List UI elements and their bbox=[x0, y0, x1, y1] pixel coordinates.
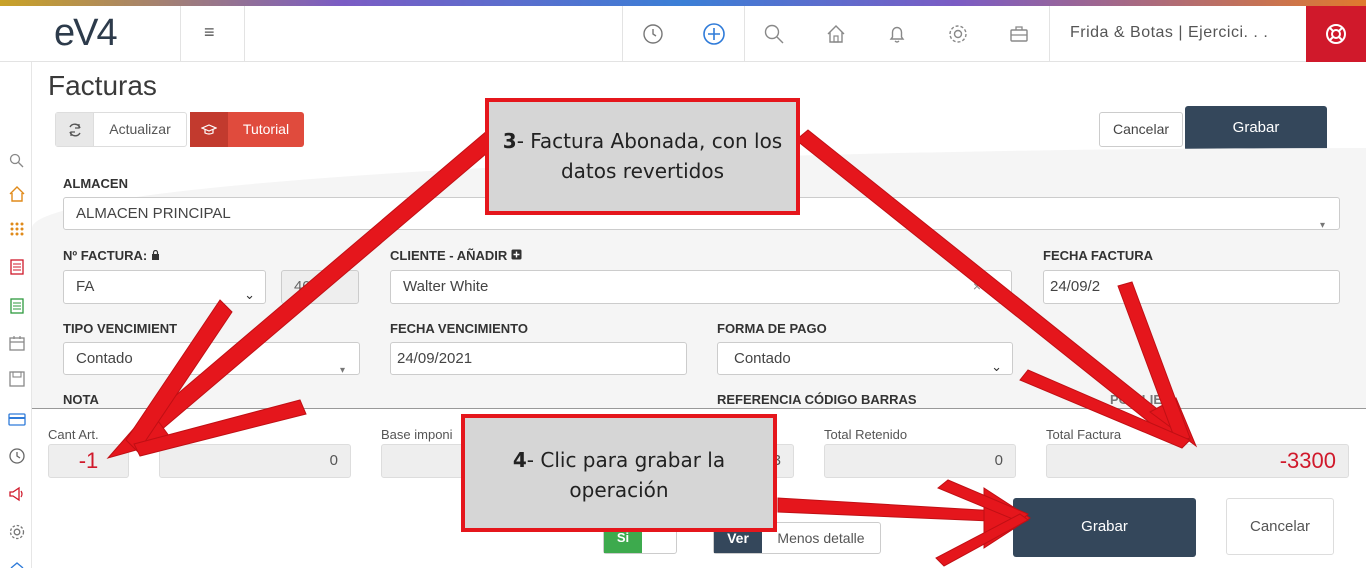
numero-field: 40 bbox=[281, 270, 359, 304]
search-icon[interactable] bbox=[760, 20, 788, 48]
refresh-icon[interactable] bbox=[56, 113, 94, 146]
bell-icon[interactable] bbox=[883, 20, 911, 48]
tutorial-button[interactable]: Tutorial bbox=[190, 112, 304, 147]
divider bbox=[622, 6, 623, 62]
nota-label: NOTA bbox=[63, 392, 99, 407]
calendar-icon[interactable] bbox=[8, 334, 26, 352]
cant-art-value: -1 bbox=[48, 444, 129, 478]
arrow-shaft bbox=[777, 497, 1015, 523]
nfactura-label: Nº FACTURA: bbox=[63, 248, 160, 263]
cancel-button[interactable]: Cancelar bbox=[1099, 112, 1183, 147]
briefcase-icon[interactable] bbox=[1005, 20, 1033, 48]
home-icon[interactable] bbox=[822, 20, 850, 48]
callout-step-3: 3- Factura Abonada, con los datos revert… bbox=[485, 98, 800, 215]
tipo-vencimiento-label: TIPO VENCIMIENT bbox=[63, 321, 178, 336]
add-client-link[interactable]: AÑADIR bbox=[457, 248, 508, 263]
gear-icon[interactable] bbox=[944, 20, 972, 48]
fecha-factura-value: 24/09/2 bbox=[1050, 278, 1101, 295]
home-icon[interactable] bbox=[8, 185, 26, 203]
fecha-vencimiento-input[interactable]: 24/09/2021 bbox=[390, 342, 687, 375]
almacen-value: ALMACEN PRINCIPAL bbox=[76, 205, 231, 222]
invoice-green-icon[interactable] bbox=[8, 297, 26, 315]
base-imponible-label: Base imponi bbox=[381, 427, 453, 442]
left-sidebar bbox=[0, 62, 32, 568]
save-button[interactable]: Grabar bbox=[1185, 106, 1327, 151]
save-button-bottom[interactable]: Grabar bbox=[1013, 498, 1196, 557]
cliente-select[interactable]: Walter White × bbox=[390, 270, 1012, 304]
subtotal-value: 0 bbox=[159, 444, 351, 478]
support-lifebuoy-icon[interactable] bbox=[1306, 6, 1366, 62]
top-navbar: eV4 ≡ Frida & Botas | Ejercici. . . bbox=[0, 6, 1366, 62]
total-retenido-value: 0 bbox=[824, 444, 1016, 478]
menos-detalle-button[interactable]: Menos detalle bbox=[762, 523, 880, 553]
callout-3-text: - Factura Abonada, con los datos reverti… bbox=[516, 129, 783, 183]
cliente-value: Walter White bbox=[403, 278, 489, 295]
app-logo[interactable]: eV4 bbox=[54, 12, 118, 55]
forma-pago-select[interactable]: Contado ⌄ bbox=[717, 342, 1013, 375]
divider bbox=[180, 6, 181, 62]
history-icon[interactable] bbox=[639, 20, 667, 48]
callout-3-number: 3 bbox=[502, 129, 517, 153]
chevron-down-icon: ⌄ bbox=[244, 287, 255, 302]
almacen-label: ALMACEN bbox=[63, 176, 128, 191]
save-icon[interactable] bbox=[8, 370, 26, 388]
search-icon[interactable] bbox=[8, 152, 26, 170]
total-retenido-label: Total Retenido bbox=[824, 427, 908, 442]
forma-pago-label: FORMA DE PAGO bbox=[717, 321, 827, 336]
chevron-up-icon[interactable] bbox=[8, 556, 26, 568]
megaphone-icon[interactable] bbox=[8, 485, 26, 503]
partial-label: PO CLIEN bbox=[1110, 392, 1172, 407]
page-title: Facturas bbox=[48, 70, 157, 101]
company-selector[interactable]: Frida & Botas | Ejercici. . . bbox=[1070, 24, 1268, 42]
divider bbox=[1049, 6, 1050, 62]
divider bbox=[244, 6, 245, 62]
add-square-icon[interactable] bbox=[511, 249, 522, 260]
fecha-factura-input[interactable]: 24/09/2 bbox=[1043, 270, 1340, 304]
serie-select[interactable]: FA ⌄ bbox=[63, 270, 266, 304]
divider bbox=[744, 6, 745, 62]
refresh-button[interactable]: Actualizar bbox=[55, 112, 187, 147]
fecha-factura-label: FECHA FACTURA bbox=[1043, 248, 1154, 263]
fecha-vencimiento-value: 24/09/2021 bbox=[397, 350, 473, 367]
card-icon[interactable] bbox=[8, 410, 26, 428]
caret-down-icon: ▾ bbox=[1319, 220, 1325, 231]
totals-divider bbox=[32, 408, 1366, 409]
total-factura-value: -3300 bbox=[1046, 444, 1349, 478]
serie-value: FA bbox=[76, 278, 95, 295]
callout-step-4: 4- Clic para grabar la operación bbox=[461, 414, 777, 532]
cancel-button-bottom[interactable]: Cancelar bbox=[1226, 498, 1334, 555]
gear-icon[interactable] bbox=[8, 523, 26, 541]
tipo-vencimiento-value: Contado bbox=[76, 350, 133, 367]
fecha-vencimiento-label: FECHA VENCIMIENTO bbox=[390, 321, 528, 336]
invoice-red-icon[interactable] bbox=[8, 258, 26, 276]
cliente-label: CLIENTE - AÑADIR bbox=[390, 248, 522, 263]
referencia-barras-label: REFERENCIA CÓDIGO BARRAS bbox=[717, 392, 917, 407]
total-factura-label: Total Factura bbox=[1046, 427, 1122, 442]
graduation-cap-icon[interactable] bbox=[190, 112, 228, 147]
clock-icon[interactable] bbox=[8, 447, 26, 465]
grid-icon[interactable] bbox=[8, 220, 26, 238]
menu-toggle-icon[interactable]: ≡ bbox=[204, 22, 215, 43]
chevron-down-icon: ⌄ bbox=[991, 359, 1002, 374]
tipo-vencimiento-select[interactable]: Contado ▾ bbox=[63, 342, 360, 376]
callout-4-text: - Clic para grabar la operación bbox=[526, 448, 726, 502]
refresh-label[interactable]: Actualizar bbox=[94, 113, 186, 146]
callout-4-number: 4 bbox=[512, 448, 527, 472]
cant-art-label: Cant Art. bbox=[48, 427, 99, 442]
caret-down-icon: ▾ bbox=[339, 365, 345, 376]
clear-icon[interactable]: × bbox=[973, 271, 981, 302]
add-circle-icon[interactable] bbox=[700, 20, 728, 48]
lock-icon bbox=[151, 249, 159, 260]
forma-pago-value: Contado bbox=[734, 350, 791, 367]
numero-value: 40 bbox=[294, 278, 311, 295]
tutorial-label[interactable]: Tutorial bbox=[228, 112, 304, 147]
